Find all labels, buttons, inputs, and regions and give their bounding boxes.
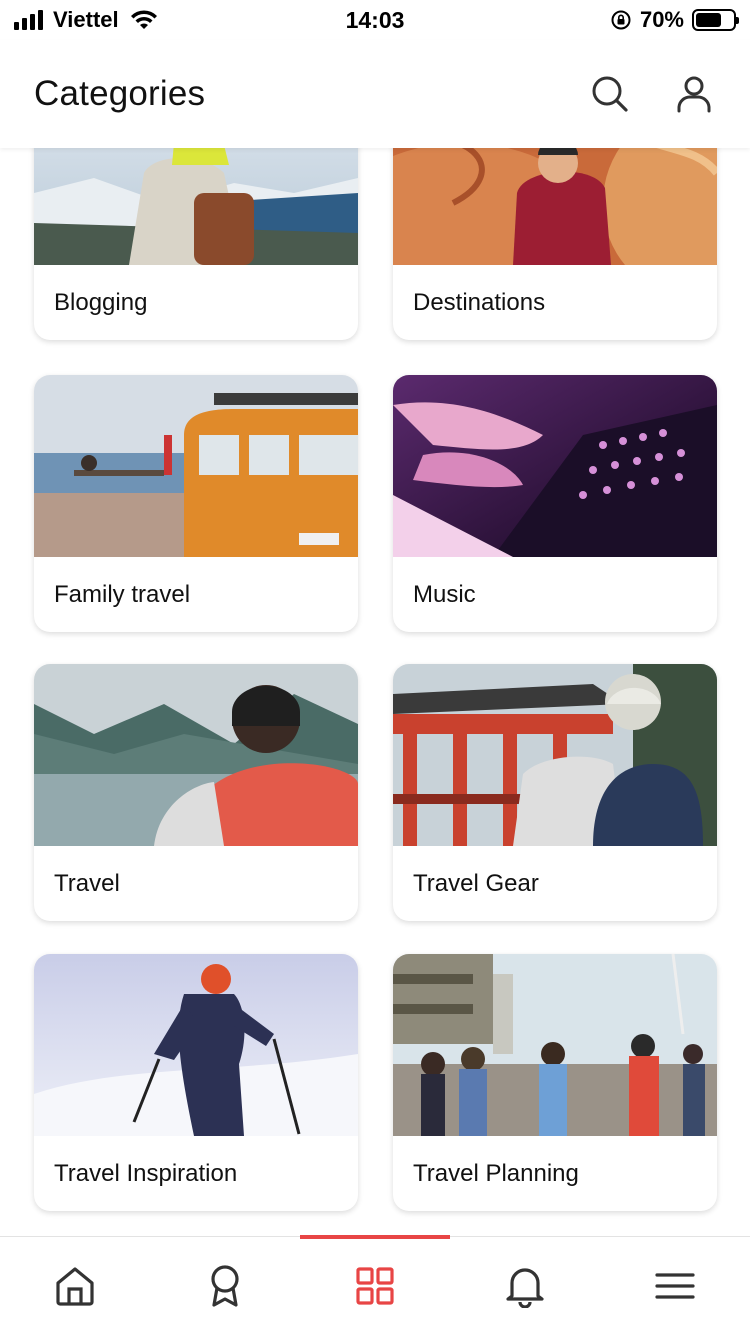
battery-icon bbox=[692, 9, 739, 31]
home-icon bbox=[56, 1266, 94, 1306]
categories-grid: Blogging Destinations Family travel Musi… bbox=[0, 148, 750, 1236]
category-image bbox=[34, 148, 358, 265]
header-actions bbox=[588, 72, 716, 116]
orientation-lock-icon bbox=[611, 10, 631, 30]
category-label: Travel bbox=[54, 869, 120, 897]
category-card-destinations[interactable]: Destinations bbox=[393, 148, 717, 340]
category-card-music[interactable]: Music bbox=[393, 375, 717, 632]
category-card-travel-inspiration[interactable]: Travel Inspiration bbox=[34, 954, 358, 1211]
award-icon bbox=[211, 1264, 239, 1307]
user-icon bbox=[677, 76, 711, 113]
category-card-travel-planning[interactable]: Travel Planning bbox=[393, 954, 717, 1211]
battery-level bbox=[696, 13, 722, 27]
status-bar: Viettel 14:03 70% bbox=[0, 0, 750, 40]
category-image bbox=[393, 664, 717, 846]
category-label: Destinations bbox=[413, 288, 546, 316]
profile-button[interactable] bbox=[672, 72, 716, 116]
status-right: 70% bbox=[610, 7, 739, 33]
app-header: Categories bbox=[0, 40, 750, 148]
carrier-name: Viettel bbox=[53, 7, 119, 32]
category-image bbox=[34, 375, 358, 557]
category-image bbox=[34, 664, 358, 846]
nav-menu[interactable] bbox=[600, 1237, 750, 1334]
category-label: Family travel bbox=[54, 580, 191, 608]
grid-icon bbox=[356, 1266, 394, 1305]
search-icon bbox=[592, 76, 628, 112]
bottom-nav bbox=[0, 1235, 750, 1334]
search-button[interactable] bbox=[588, 72, 632, 116]
nav-categories[interactable] bbox=[300, 1235, 450, 1334]
category-card-blogging[interactable]: Blogging bbox=[34, 148, 358, 340]
category-card-family-travel[interactable]: Family travel bbox=[34, 375, 358, 632]
category-image bbox=[393, 148, 717, 265]
status-left: Viettel bbox=[14, 7, 159, 33]
wifi-icon bbox=[130, 10, 157, 29]
category-image bbox=[393, 375, 717, 557]
nav-awards[interactable] bbox=[150, 1237, 300, 1334]
category-image bbox=[393, 954, 717, 1136]
bell-icon bbox=[506, 1267, 544, 1308]
category-label: Travel Gear bbox=[413, 869, 539, 897]
category-label: Travel Planning bbox=[413, 1159, 579, 1187]
battery-percent: 70% bbox=[639, 7, 684, 32]
category-image bbox=[34, 954, 358, 1136]
category-card-travel[interactable]: Travel bbox=[34, 664, 358, 921]
nav-home[interactable] bbox=[0, 1237, 150, 1334]
category-label: Music bbox=[413, 580, 476, 608]
nav-notifications[interactable] bbox=[450, 1237, 600, 1334]
page-title: Categories bbox=[34, 74, 206, 113]
category-label: Blogging bbox=[54, 288, 148, 316]
menu-icon bbox=[655, 1272, 695, 1299]
category-label: Travel Inspiration bbox=[54, 1159, 238, 1187]
category-card-travel-gear[interactable]: Travel Gear bbox=[393, 664, 717, 921]
signal-icon bbox=[14, 10, 43, 30]
